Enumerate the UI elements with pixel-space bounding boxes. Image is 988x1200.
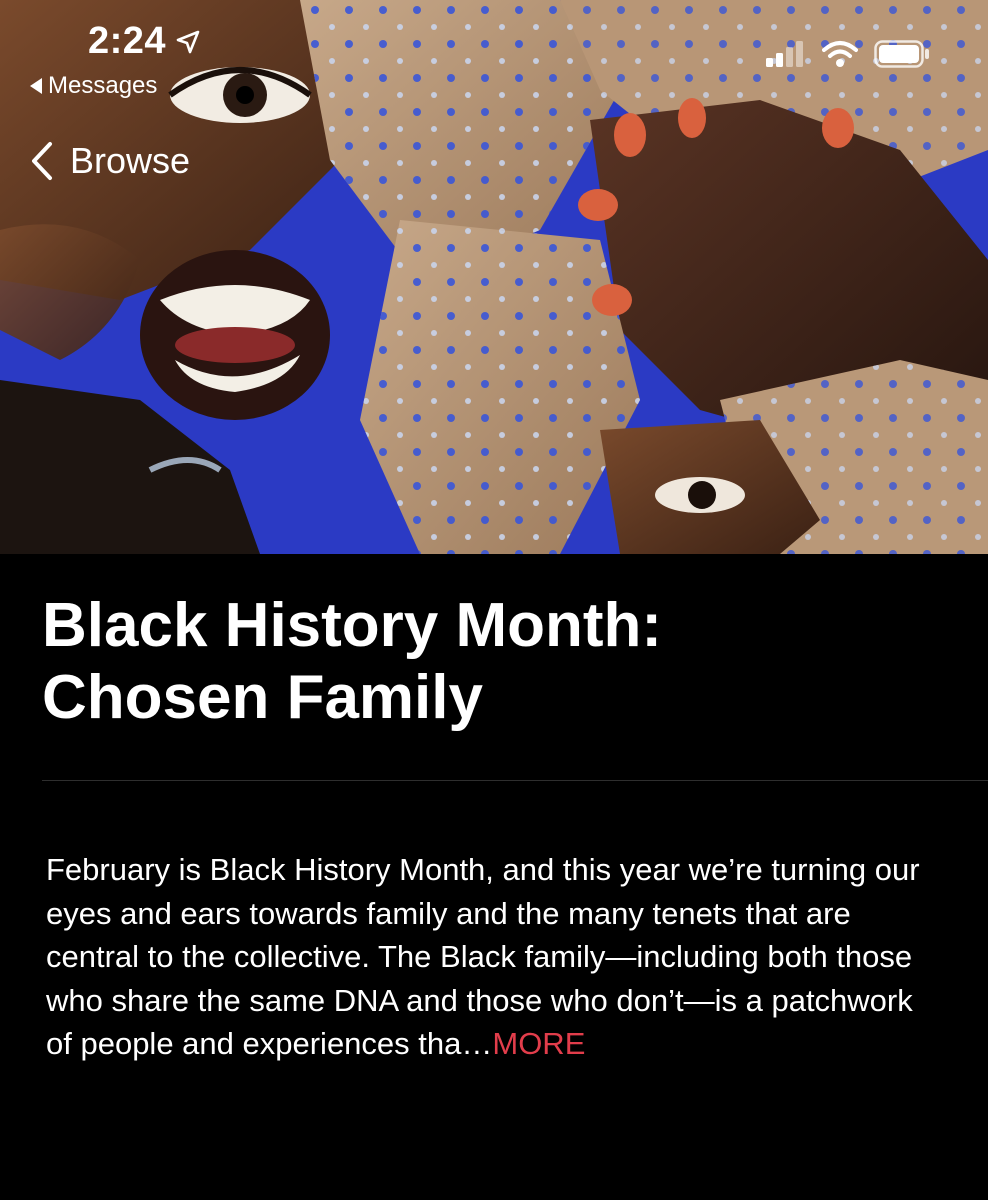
title-line-2: Chosen Family (42, 663, 483, 732)
back-triangle-icon (30, 78, 42, 94)
title-line-1: Black History Month: (42, 591, 663, 660)
article-content: Black History Month: Chosen Family Febru… (0, 554, 988, 1200)
location-arrow-icon (174, 28, 202, 56)
more-link[interactable]: MORE (492, 1026, 585, 1061)
back-to-app-link[interactable]: Messages (30, 72, 157, 100)
status-time: 2:24 (88, 20, 202, 63)
browse-back-button[interactable]: Browse (30, 140, 190, 182)
hero-collage-artwork: 2:24 Messages Browse (0, 0, 988, 554)
description-text: February is Black History Month, and thi… (46, 852, 920, 1061)
time-label: 2:24 (88, 20, 167, 62)
divider (42, 780, 988, 781)
article-title: Black History Month: Chosen Family (42, 590, 942, 734)
chevron-left-icon (30, 141, 54, 181)
back-app-label: Messages (48, 72, 158, 99)
article-description: February is Black History Month, and thi… (46, 848, 946, 1066)
browse-label: Browse (70, 140, 191, 181)
